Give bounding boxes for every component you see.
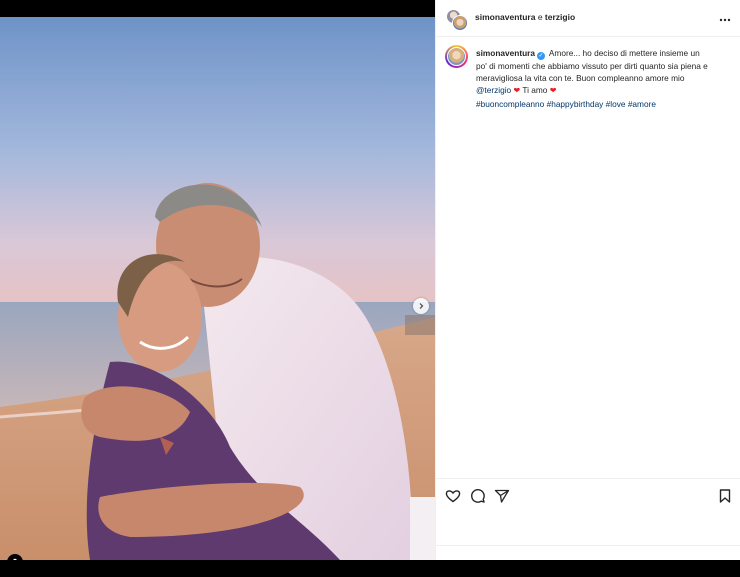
hashtag-link[interactable]: #happybirthday <box>547 99 604 109</box>
photo-illustration <box>0 17 435 560</box>
post-side-panel: simonaventura e terzigio simonaventura ✓ … <box>435 0 740 560</box>
verified-badge-icon: ✓ <box>537 52 546 60</box>
red-heart-emoji-icon: ❤ <box>513 86 521 96</box>
red-heart-emoji-icon: ❤ <box>549 86 557 96</box>
post-actions <box>436 478 740 512</box>
heart-icon <box>445 490 461 508</box>
hashtag-link[interactable]: #amore <box>628 99 656 109</box>
post-photo[interactable] <box>0 17 435 560</box>
post-header: simonaventura e terzigio <box>436 0 740 37</box>
comment-area <box>436 545 740 560</box>
header-title: simonaventura e terzigio <box>475 12 575 22</box>
caption-text: simonaventura ✓ Amore... ho deciso di met… <box>476 47 711 110</box>
header-collaborator[interactable]: terzigio <box>545 12 575 22</box>
hashtag-link[interactable]: #love <box>606 99 626 109</box>
share-button[interactable] <box>494 488 510 504</box>
chevron-right-icon <box>417 302 425 310</box>
more-options-button[interactable] <box>716 10 734 26</box>
like-button[interactable] <box>445 488 461 504</box>
header-connector: e <box>535 12 545 22</box>
caption-avatar[interactable] <box>445 45 468 68</box>
bookmark-icon <box>717 489 733 508</box>
more-horizontal-icon <box>719 11 731 25</box>
hashtag-link[interactable]: #buoncompleanno <box>476 99 544 109</box>
bottom-black-bar <box>0 560 740 577</box>
header-username[interactable]: simonaventura <box>475 12 535 22</box>
top-black-bar <box>0 0 435 17</box>
carousel-next-button[interactable] <box>413 298 429 314</box>
save-button[interactable] <box>717 488 733 504</box>
send-icon <box>494 489 510 508</box>
caption-mention[interactable]: @terzigio <box>476 85 511 95</box>
author-avatar <box>452 15 468 31</box>
caption-username[interactable]: simonaventura <box>476 48 535 58</box>
header-avatars[interactable] <box>446 9 468 31</box>
comment-icon <box>470 489 486 508</box>
comment-button[interactable] <box>470 488 486 504</box>
caption-ti-amo: Ti amo <box>522 85 548 96</box>
